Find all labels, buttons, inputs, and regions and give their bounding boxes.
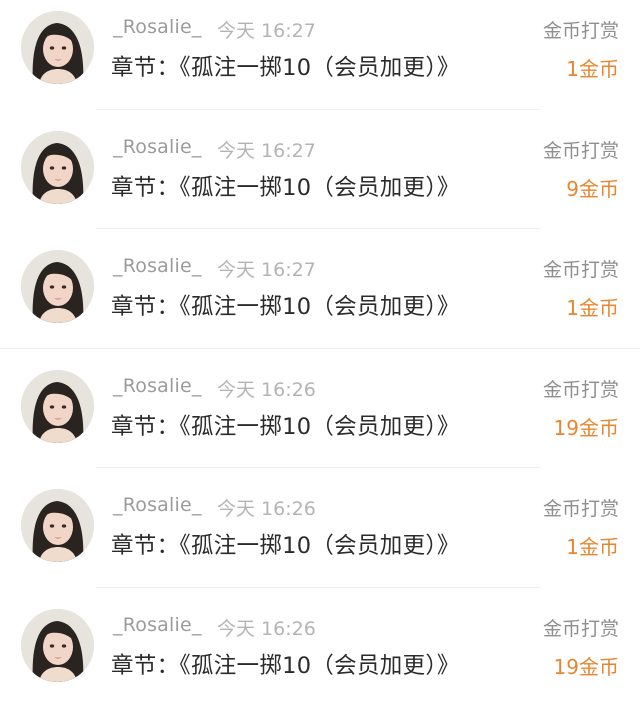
avatar-portrait-icon [21,370,94,443]
reward-amount: 1金币 [566,292,619,321]
avatar-portrait-icon [21,489,94,562]
reward-username[interactable]: _Rosalie_ [113,16,202,38]
reward-type: 金币打赏 [543,255,619,282]
reward-row[interactable]: _Rosalie_ 今天 16:26 章节：《孤注一掷10（会员加更）》 金币打… [0,598,640,717]
row-divider [96,587,540,588]
reward-chapter: 章节：《孤注一掷10（会员加更）》 [111,289,460,321]
user-avatar[interactable] [21,11,94,84]
user-avatar[interactable] [21,489,94,562]
reward-type: 金币打赏 [543,614,619,641]
reward-chapter: 章节：《孤注一掷10（会员加更）》 [111,50,460,82]
reward-time: 今天 16:27 [217,136,316,163]
reward-row[interactable]: _Rosalie_ 今天 16:27 章节：《孤注一掷10（会员加更）》 金币打… [0,239,640,359]
reward-amount: 1金币 [566,53,619,82]
reward-amount: 1金币 [566,531,619,560]
user-avatar[interactable] [21,370,94,443]
user-avatar[interactable] [21,131,94,204]
reward-chapter: 章节：《孤注一掷10（会员加更）》 [111,528,460,560]
reward-record-list: _Rosalie_ 今天 16:27 章节：《孤注一掷10（会员加更）》 金币打… [0,0,640,708]
row-divider [96,228,540,229]
reward-type: 金币打赏 [543,16,619,43]
reward-chapter: 章节：《孤注一掷10（会员加更）》 [111,409,460,441]
reward-time: 今天 16:27 [217,255,316,282]
reward-username[interactable]: _Rosalie_ [113,255,202,277]
reward-row[interactable]: _Rosalie_ 今天 16:26 章节：《孤注一掷10（会员加更）》 金币打… [0,478,640,598]
reward-row[interactable]: _Rosalie_ 今天 16:27 章节：《孤注一掷10（会员加更）》 金币打… [0,120,640,240]
reward-time: 今天 16:26 [217,375,316,402]
reward-time: 今天 16:26 [217,614,316,641]
row-divider [96,109,540,110]
reward-chapter: 章节：《孤注一掷10（会员加更）》 [111,648,460,680]
user-avatar[interactable] [21,609,94,682]
reward-username[interactable]: _Rosalie_ [113,494,202,516]
avatar-portrait-icon [21,609,94,682]
reward-time: 今天 16:27 [217,16,316,43]
row-divider [0,348,640,349]
reward-time: 今天 16:26 [217,494,316,521]
avatar-portrait-icon [21,131,94,204]
reward-username[interactable]: _Rosalie_ [113,375,202,397]
reward-type: 金币打赏 [543,136,619,163]
reward-username[interactable]: _Rosalie_ [113,614,202,636]
reward-amount: 19金币 [554,412,619,441]
user-avatar[interactable] [21,250,94,323]
reward-type: 金币打赏 [543,375,619,402]
reward-chapter: 章节：《孤注一掷10（会员加更）》 [111,170,460,202]
row-divider [96,467,540,468]
reward-username[interactable]: _Rosalie_ [113,136,202,158]
avatar-portrait-icon [21,250,94,323]
reward-row[interactable]: _Rosalie_ 今天 16:27 章节：《孤注一掷10（会员加更）》 金币打… [0,0,640,120]
avatar-portrait-icon [21,11,94,84]
reward-amount: 19金币 [554,651,619,680]
reward-type: 金币打赏 [543,494,619,521]
reward-row[interactable]: _Rosalie_ 今天 16:26 章节：《孤注一掷10（会员加更）》 金币打… [0,359,640,479]
reward-amount: 9金币 [566,173,619,202]
